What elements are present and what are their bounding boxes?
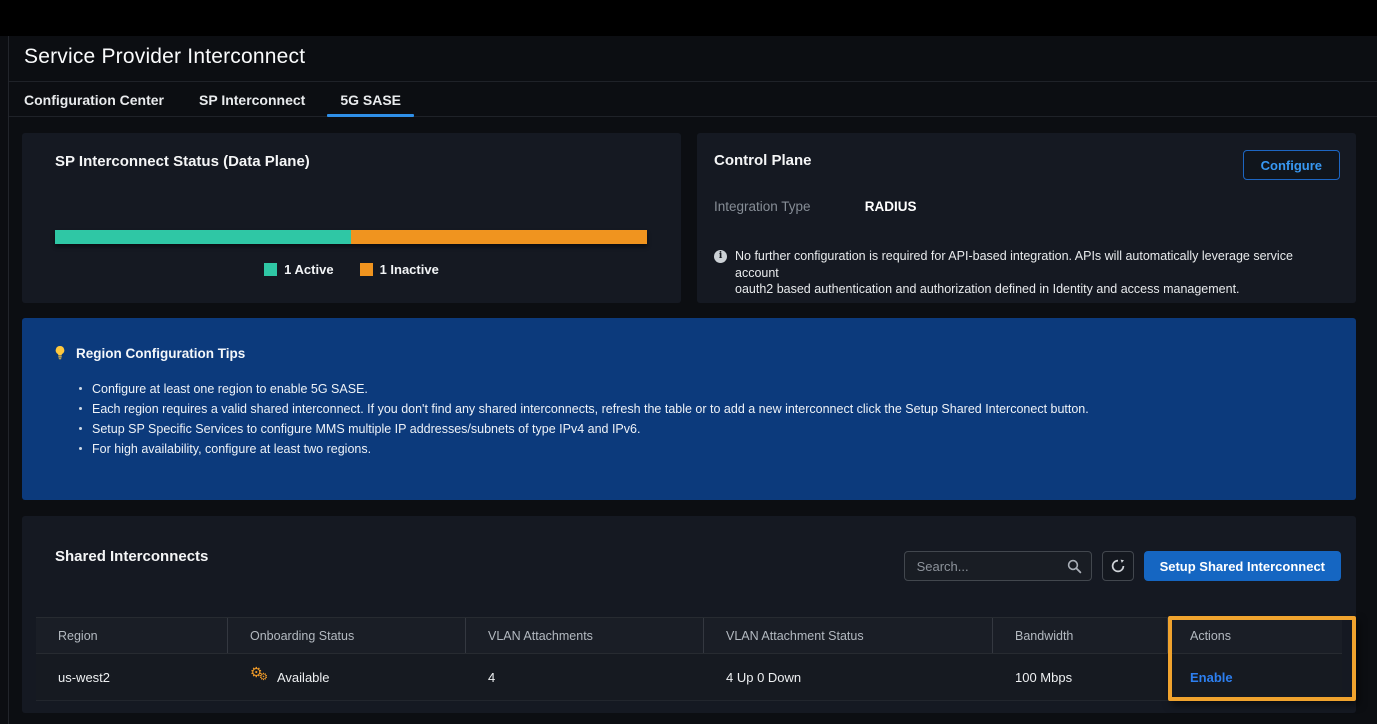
tab-5g-sase[interactable]: 5G SASE (327, 83, 414, 116)
region-configuration-tips-banner: Region Configuration Tips Configure at l… (22, 318, 1356, 500)
content-left-divider (8, 36, 9, 724)
column-header-bandwidth[interactable]: Bandwidth (993, 618, 1168, 653)
page-title: Service Provider Interconnect (9, 36, 1377, 69)
cell-vlan-attachment-status: 4 Up 0 Down (704, 654, 993, 700)
tip-item: For high availability, configure at leas… (78, 442, 1089, 462)
tab-sp-interconnect[interactable]: SP Interconnect (186, 83, 318, 116)
cell-onboarding-status: ⚙ ⚙ Available (228, 654, 466, 700)
tips-title-row: Region Configuration Tips (53, 345, 245, 361)
legend-inactive-label: 1 Inactive (380, 262, 439, 277)
tip-item: Setup SP Specific Services to configure … (78, 422, 1089, 442)
sp-interconnect-status-card: SP Interconnect Status (Data Plane) 1 Ac… (22, 133, 681, 303)
lightbulb-icon (53, 345, 67, 361)
legend-active-label: 1 Active (284, 262, 333, 277)
status-stacked-bar (55, 230, 647, 244)
tab-configuration-center[interactable]: Configuration Center (11, 83, 177, 116)
setup-shared-interconnect-button[interactable]: Setup Shared Interconnect (1144, 551, 1341, 581)
inactive-swatch-icon (360, 263, 373, 276)
configure-button[interactable]: Configure (1243, 150, 1340, 180)
info-icon (714, 250, 727, 263)
integration-type-label: Integration Type (714, 199, 861, 214)
app-screen: Service Provider Interconnect Configurat… (0, 0, 1377, 724)
integration-type-value: RADIUS (865, 199, 917, 214)
cell-vlan-attachments: 4 (466, 654, 704, 700)
shared-toolbar: Setup Shared Interconnect (904, 551, 1341, 581)
active-swatch-icon (264, 263, 277, 276)
shared-interconnects-title: Shared Interconnects (55, 548, 208, 565)
column-header-region[interactable]: Region (36, 618, 228, 653)
enable-action-link[interactable]: Enable (1190, 670, 1233, 685)
bar-segment-active (55, 230, 351, 244)
top-app-bar (0, 0, 1377, 36)
cell-bandwidth: 100 Mbps (993, 654, 1168, 700)
onboarding-status-text: Available (277, 670, 330, 685)
column-header-vlan-attachment-status[interactable]: VLAN Attachment Status (704, 618, 993, 653)
search-icon[interactable] (1066, 558, 1083, 575)
control-plane-title: Control Plane (714, 152, 812, 169)
tips-title: Region Configuration Tips (76, 346, 245, 361)
cell-actions: Enable (1168, 654, 1342, 700)
integration-type-row: Integration Type RADIUS (714, 199, 917, 214)
legend-item-active: 1 Active (264, 262, 333, 277)
column-header-actions[interactable]: Actions (1168, 618, 1342, 653)
legend-item-inactive: 1 Inactive (360, 262, 439, 277)
table-header-row: Region Onboarding Status VLAN Attachment… (36, 618, 1342, 654)
bar-segment-inactive (351, 230, 647, 244)
tips-list: Configure at least one region to enable … (78, 382, 1089, 462)
tip-item: Each region requires a valid shared inte… (78, 402, 1089, 422)
tab-bar: Configuration Center SP Interconnect 5G … (9, 83, 1377, 117)
column-header-onboarding-status[interactable]: Onboarding Status (228, 618, 466, 653)
cell-region: us-west2 (36, 654, 228, 700)
tip-item: Configure at least one region to enable … (78, 382, 1089, 402)
services-gear-icon: ⚙ ⚙ (250, 668, 272, 686)
page-header: Service Provider Interconnect (9, 36, 1377, 82)
api-integration-note-text: No further configuration is required for… (735, 248, 1334, 298)
search-input[interactable] (905, 552, 1091, 580)
search-box (904, 551, 1092, 581)
column-header-vlan-attachments[interactable]: VLAN Attachments (466, 618, 704, 653)
control-plane-card: Control Plane Configure Integration Type… (697, 133, 1356, 303)
api-integration-note: No further configuration is required for… (714, 248, 1334, 298)
shared-interconnects-table: Region Onboarding Status VLAN Attachment… (36, 617, 1342, 701)
status-card-title: SP Interconnect Status (Data Plane) (55, 153, 310, 170)
refresh-icon (1110, 558, 1126, 574)
status-legend: 1 Active 1 Inactive (22, 262, 681, 277)
shared-interconnects-card: Shared Interconnects Setup Shared Interc… (22, 516, 1356, 713)
refresh-button[interactable] (1102, 551, 1134, 581)
table-row: us-west2 ⚙ ⚙ Available 4 4 Up 0 Down 100… (36, 654, 1342, 701)
